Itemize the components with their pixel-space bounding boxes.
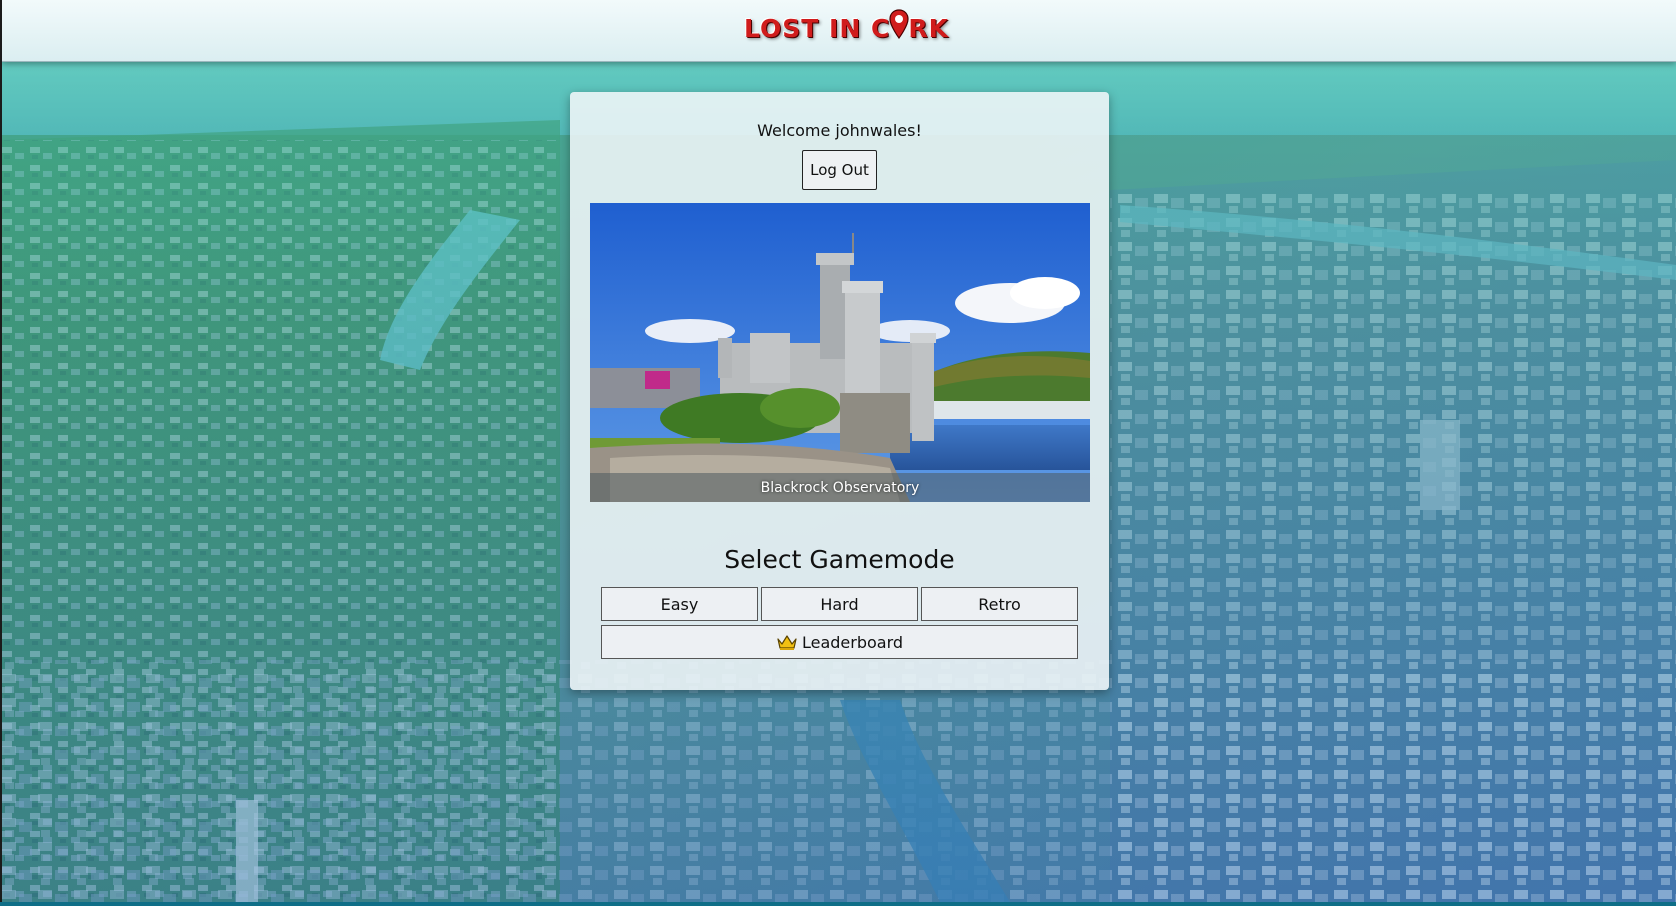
welcome-message: Welcome johnwales! [757,121,922,140]
leaderboard-button[interactable]: Leaderboard [601,625,1078,659]
retro-mode-button[interactable]: Retro [921,587,1078,621]
top-header: LOST IN C RK [2,0,1676,62]
logo-text-part2: RK [908,13,949,43]
logout-button[interactable]: Log Out [802,150,877,190]
hard-mode-button[interactable]: Hard [761,587,918,621]
map-pin-icon [889,9,909,40]
castle-photo-image [590,203,1090,502]
select-gamemode-title: Select Gamemode [724,545,955,574]
leaderboard-label: Leaderboard [801,632,904,652]
photo-caption: Blackrock Observatory [760,480,920,496]
logo-text-part1: LOST IN C [744,13,891,43]
window-edge [0,0,2,902]
site-logo[interactable]: LOST IN C RK [744,9,949,46]
main-card: Welcome johnwales! Log Out Blackrock Obs… [570,92,1109,690]
location-photo: Blackrock Observatory [590,203,1090,502]
easy-mode-button[interactable]: Easy [601,587,758,621]
crown-icon [776,633,798,651]
